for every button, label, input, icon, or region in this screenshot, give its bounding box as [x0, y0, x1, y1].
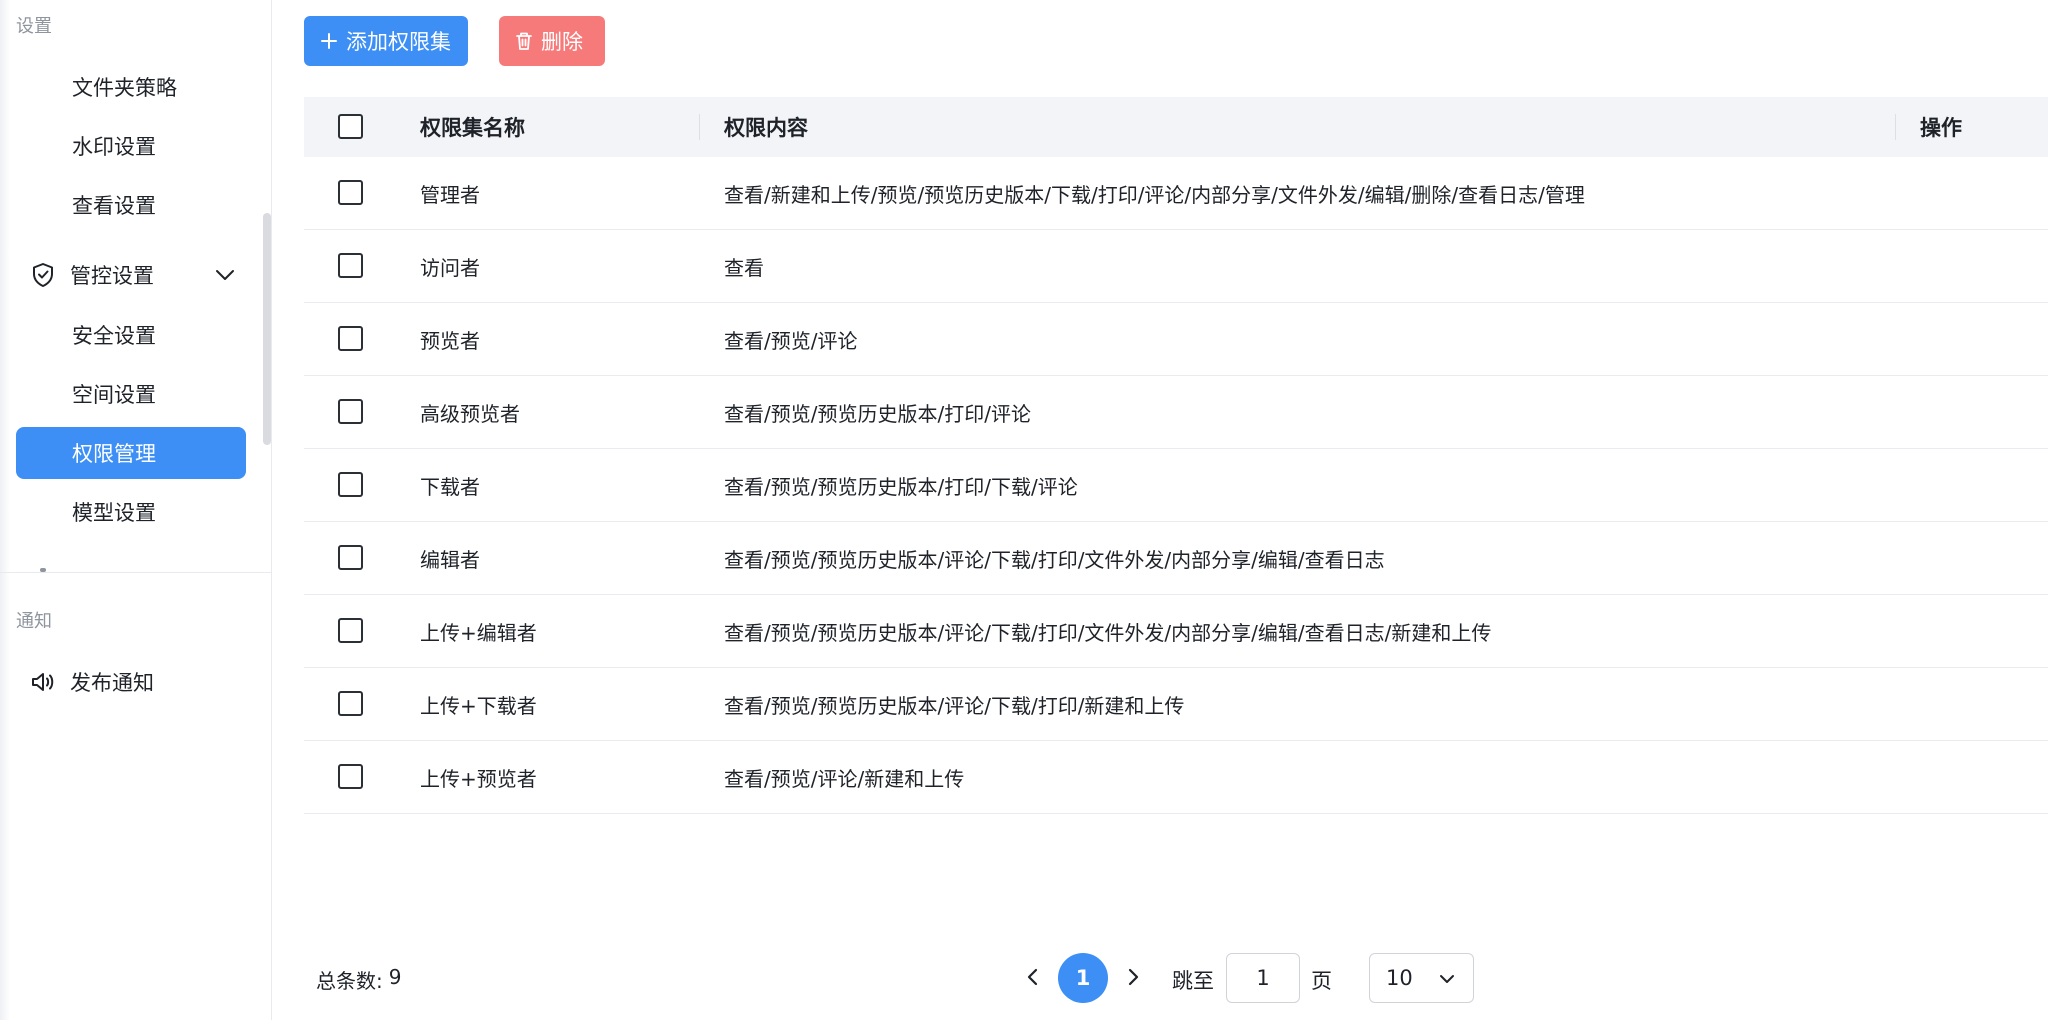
shield-check-icon — [28, 260, 58, 290]
sidebar-divider — [0, 572, 272, 573]
chevron-down-icon — [1437, 969, 1457, 989]
jump-page-input[interactable] — [1226, 953, 1300, 1003]
section-label-notify: 通知 — [16, 611, 52, 632]
table-row: 上传+预览者 查看/预览/评论/新建和上传 — [304, 741, 2048, 814]
column-divider — [1895, 114, 1896, 140]
section-label-settings: 设置 — [16, 16, 52, 37]
row-name: 上传+下载者 — [420, 693, 537, 718]
prev-page-icon[interactable] — [1018, 962, 1048, 992]
row-checkbox[interactable] — [338, 399, 363, 424]
column-header-actions: 操作 — [1920, 116, 1962, 140]
table-row: 访问者 查看 — [304, 230, 2048, 303]
sidebar-item-label: 查看设置 — [72, 194, 156, 218]
row-name: 下载者 — [420, 474, 480, 499]
row-permissions: 查看/预览/预览历史版本/评论/下载/打印/文件外发/内部分享/编辑/查看日志/… — [724, 620, 1492, 645]
add-button-label: 添加权限集 — [346, 31, 451, 54]
total-value: 9 — [388, 965, 402, 989]
delete-button-label: 删除 — [541, 31, 583, 54]
table-row: 上传+编辑者 查看/预览/预览历史版本/评论/下载/打印/文件外发/内部分享/编… — [304, 595, 2048, 668]
sidebar-item-permissions[interactable]: 权限管理 — [16, 427, 246, 479]
column-header-permissions: 权限内容 — [724, 116, 808, 140]
column-header-name: 权限集名称 — [420, 116, 525, 140]
row-permissions: 查看/预览/预览历史版本/评论/下载/打印/文件外发/内部分享/编辑/查看日志 — [724, 547, 1385, 572]
row-checkbox[interactable] — [338, 545, 363, 570]
row-checkbox[interactable] — [338, 764, 363, 789]
sidebar-group-control-settings[interactable]: 管控设置 — [16, 249, 246, 301]
trash-icon — [515, 31, 533, 51]
sidebar-item-label: 模型设置 — [72, 501, 156, 525]
sidebar-item-view-settings[interactable]: 查看设置 — [16, 179, 246, 231]
sidebar: 设置 文件夹策略 水印设置 查看设置 管控设置 安全设置 空间设置 权限管理 模… — [0, 0, 272, 1020]
sidebar-item-space[interactable]: 空间设置 — [16, 368, 246, 420]
select-all-checkbox[interactable] — [338, 114, 363, 139]
add-permission-set-button[interactable]: 添加权限集 — [304, 16, 468, 66]
sidebar-scrollbar[interactable] — [263, 213, 271, 445]
row-name: 上传+预览者 — [420, 766, 537, 791]
sidebar-item-label: 水印设置 — [72, 135, 156, 159]
sidebar-item-label: 安全设置 — [72, 324, 156, 348]
sidebar-item-folder-policy[interactable]: 文件夹策略 — [16, 61, 246, 113]
row-name: 高级预览者 — [420, 401, 520, 426]
page-number-current[interactable]: 1 — [1058, 953, 1108, 1003]
sidebar-item-security[interactable]: 安全设置 — [16, 309, 246, 361]
sidebar-item-label: 文件夹策略 — [72, 76, 177, 100]
row-name: 编辑者 — [420, 547, 480, 572]
sidebar-item-publish-notice[interactable]: 发布通知 — [16, 656, 246, 708]
row-permissions: 查看/预览/预览历史版本/评论/下载/打印/新建和上传 — [724, 693, 1185, 718]
row-permissions: 查看/预览/评论/新建和上传 — [724, 766, 965, 791]
row-checkbox[interactable] — [338, 618, 363, 643]
row-permissions: 查看/预览/预览历史版本/打印/下载/评论 — [724, 474, 1078, 499]
table-row: 下载者 查看/预览/预览历史版本/打印/下载/评论 — [304, 449, 2048, 522]
row-checkbox[interactable] — [338, 180, 363, 205]
delete-button[interactable]: 删除 — [499, 16, 605, 66]
page-size-select[interactable]: 10 — [1369, 953, 1474, 1003]
speaker-icon — [28, 667, 58, 697]
row-name: 管理者 — [420, 182, 480, 207]
table-row: 编辑者 查看/预览/预览历史版本/评论/下载/打印/文件外发/内部分享/编辑/查… — [304, 522, 2048, 595]
sidebar-item-label: 权限管理 — [72, 442, 156, 466]
row-checkbox[interactable] — [338, 326, 363, 351]
row-checkbox[interactable] — [338, 472, 363, 497]
table-header: 权限集名称 权限内容 操作 — [304, 97, 2048, 157]
row-name: 访问者 — [420, 255, 480, 280]
page-unit-label: 页 — [1311, 969, 1332, 993]
row-permissions: 查看 — [724, 255, 764, 280]
row-name: 预览者 — [420, 328, 480, 353]
column-divider — [699, 114, 700, 140]
row-name: 上传+编辑者 — [420, 620, 537, 645]
table-row: 上传+下载者 查看/预览/预览历史版本/评论/下载/打印/新建和上传 — [304, 668, 2048, 741]
sidebar-item-watermark[interactable]: 水印设置 — [16, 120, 246, 172]
table-row: 高级预览者 查看/预览/预览历史版本/打印/评论 — [304, 376, 2048, 449]
page-size-value: 10 — [1386, 966, 1413, 990]
next-page-icon[interactable] — [1118, 962, 1148, 992]
chevron-down-icon[interactable] — [214, 264, 236, 286]
sidebar-group-label: 管控设置 — [70, 264, 154, 288]
sidebar-item-model[interactable]: 模型设置 — [16, 486, 246, 538]
row-checkbox[interactable] — [338, 691, 363, 716]
sidebar-item-label: 发布通知 — [70, 671, 154, 695]
plus-icon — [320, 32, 338, 50]
permission-table: 权限集名称 权限内容 操作 管理者 查看/新建和上传/预览/预览历史版本/下载/… — [304, 97, 2048, 814]
row-permissions: 查看/预览/预览历史版本/打印/评论 — [724, 401, 1031, 426]
row-permissions: 查看/新建和上传/预览/预览历史版本/下载/打印/评论/内部分享/文件外发/编辑… — [724, 182, 1585, 207]
table-row: 预览者 查看/预览/评论 — [304, 303, 2048, 376]
table-row: 管理者 查看/新建和上传/预览/预览历史版本/下载/打印/评论/内部分享/文件外… — [304, 157, 2048, 230]
jump-to-label: 跳至 — [1172, 969, 1214, 993]
total-label: 总条数: — [316, 969, 383, 993]
total-count: 总条数: 9 — [316, 965, 401, 994]
row-checkbox[interactable] — [338, 253, 363, 278]
sidebar-item-label: 空间设置 — [72, 383, 156, 407]
row-permissions: 查看/预览/评论 — [724, 328, 858, 353]
